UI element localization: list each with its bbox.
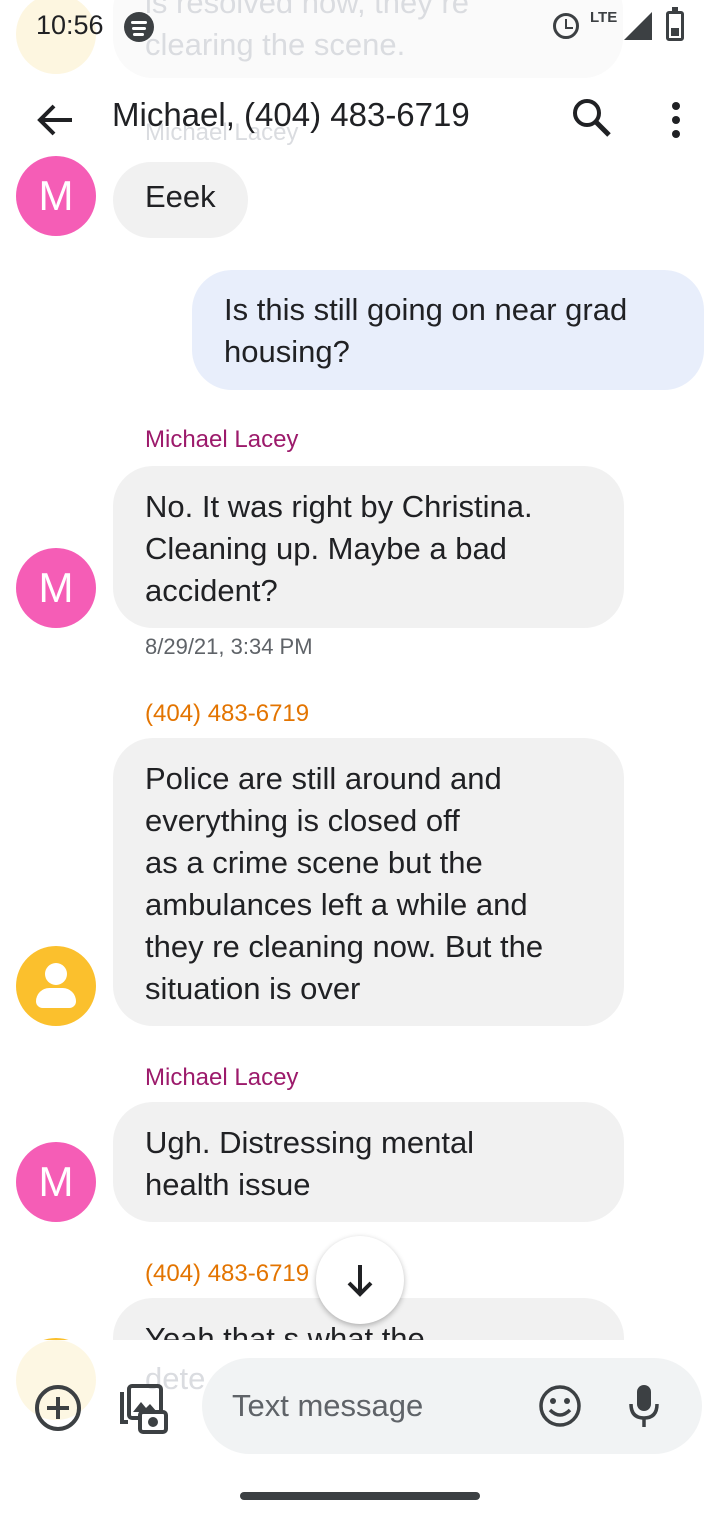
message-line: situation is over — [145, 971, 361, 1006]
message-text: Eeek — [145, 179, 216, 214]
message-line: Cleaning up. Maybe a bad — [145, 531, 507, 566]
message-bubble[interactable]: Police are still around and everything i… — [113, 738, 624, 1026]
scroll-to-bottom-button[interactable] — [316, 1236, 404, 1324]
message-bubble[interactable]: No. It was right by Christina. Cleaning … — [113, 466, 624, 628]
avatar-letter: M — [38, 564, 74, 611]
mic-icon[interactable] — [624, 1382, 664, 1430]
message-line: as a crime scene but the — [145, 845, 483, 880]
avatar-letter: M — [38, 172, 74, 219]
message-line: No. It was right by Christina. — [145, 489, 533, 524]
add-circle-icon[interactable] — [34, 1384, 82, 1432]
avatar-michael[interactable]: M — [16, 548, 96, 628]
avatar-contact[interactable] — [16, 946, 96, 1026]
message-line: they re cleaning now. But the — [145, 929, 544, 964]
message-line: Ugh. Distressing mental — [145, 1125, 475, 1160]
alarm-icon — [553, 13, 579, 39]
compose-bar: dete Text message — [0, 1340, 720, 1470]
search-icon[interactable] — [566, 92, 618, 144]
more-vert-icon[interactable] — [658, 92, 694, 148]
outgoing-message-bubble[interactable]: Is this still going on near grad housing… — [192, 270, 704, 390]
arrow-back-icon[interactable] — [28, 92, 84, 148]
sender-name: (404) 483-6719 — [145, 1260, 310, 1287]
message-line: health issue — [145, 1167, 311, 1202]
compose-placeholder: Text message — [232, 1388, 424, 1423]
message-bubble[interactable]: Ugh. Distressing mental health issue — [113, 1102, 624, 1222]
avatar-letter: M — [38, 1158, 74, 1205]
message-line: ambulances left a while and — [145, 887, 528, 922]
message-timestamp: 8/29/21, 3:34 PM — [145, 634, 313, 659]
battery-icon — [666, 7, 684, 41]
message-line: accident? — [145, 573, 278, 608]
arrow-down-icon — [347, 1265, 373, 1297]
network-type: LTE — [590, 9, 618, 26]
app-bar: Michael, (404) 483-6719 — [0, 56, 720, 176]
message-line: everything is closed off — [145, 803, 460, 838]
message-line: Police are still around and — [145, 761, 502, 796]
message-line: housing? — [224, 334, 350, 369]
gallery-icon[interactable] — [116, 1382, 168, 1434]
conversation-title[interactable]: Michael, (404) 483-6719 — [112, 96, 470, 134]
sender-name: (404) 483-6719 — [145, 700, 310, 727]
person-icon — [45, 963, 67, 985]
signal-icon — [624, 12, 652, 40]
emoji-icon[interactable] — [538, 1384, 582, 1428]
home-indicator[interactable] — [240, 1492, 480, 1500]
status-time: 10:56 — [36, 10, 104, 40]
sender-name: Michael Lacey — [145, 426, 299, 453]
spotify-icon — [124, 12, 154, 42]
status-bar: 10:56 LTE — [0, 0, 720, 56]
text-message-input[interactable]: Text message — [202, 1358, 702, 1454]
message-line: Is this still going on near grad — [224, 292, 628, 327]
avatar-michael[interactable]: M — [16, 1142, 96, 1222]
person-icon-body — [36, 988, 76, 1008]
sender-name: Michael Lacey — [145, 1064, 299, 1091]
